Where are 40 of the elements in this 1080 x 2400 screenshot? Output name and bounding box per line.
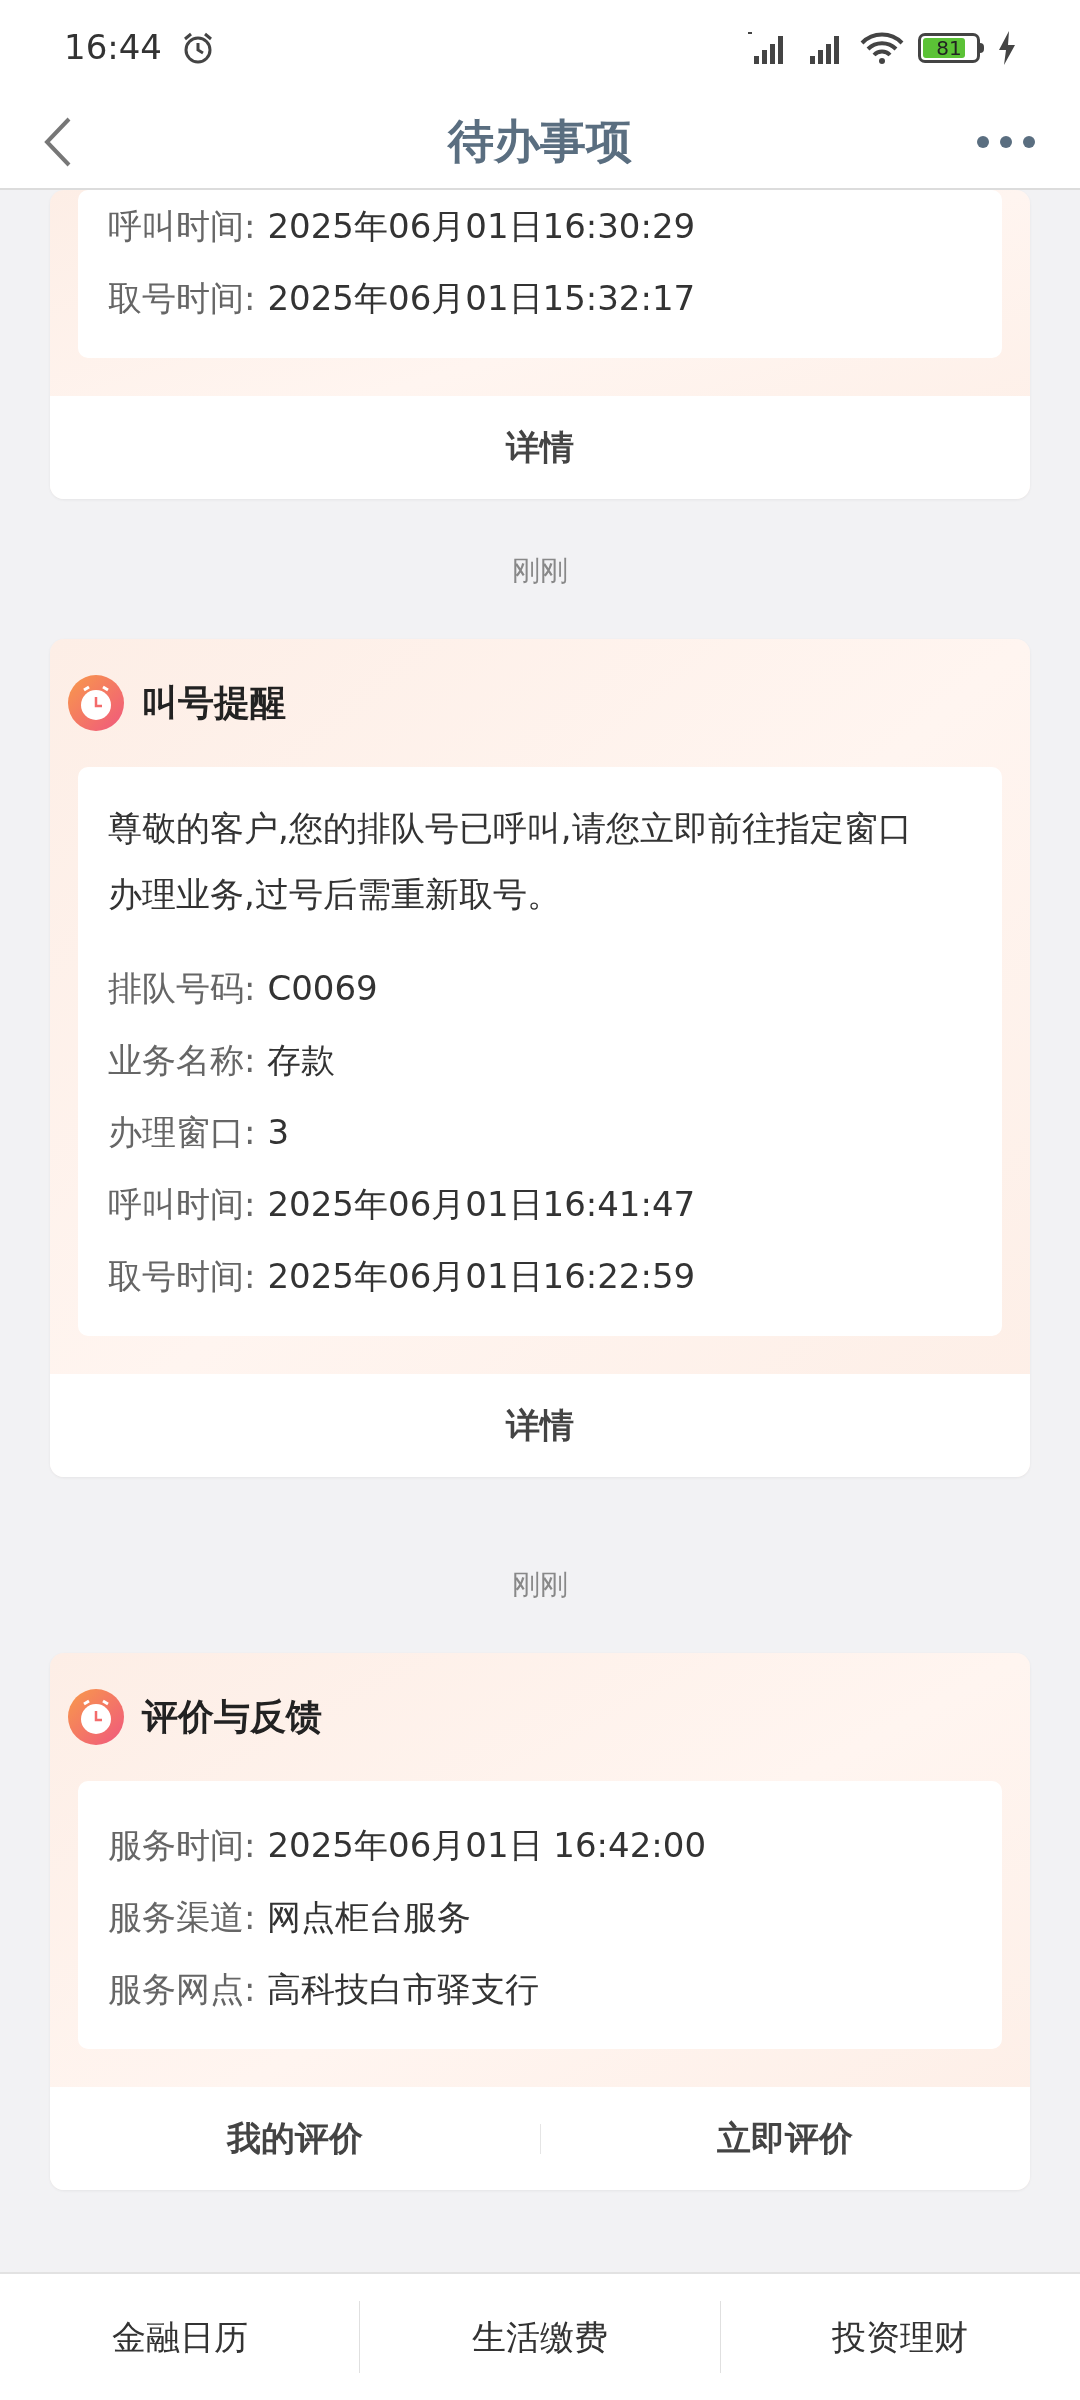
nav-tab[interactable]: 生活缴费: [360, 2274, 720, 2400]
field-label: 呼叫时间:: [108, 1183, 256, 1226]
back-icon[interactable]: [44, 116, 72, 167]
field-label: 呼叫时间:: [108, 205, 256, 248]
field-value: 2025年06月01日16:22:59: [267, 1255, 696, 1298]
alarm-clock-icon: [68, 1689, 124, 1745]
status-time: 16:44: [64, 26, 162, 69]
field-label: 服务时间:: [108, 1824, 256, 1867]
card-button[interactable]: 详情: [50, 1374, 1030, 1477]
field-value: 2025年06月01日16:41:47: [267, 1183, 696, 1226]
card-button[interactable]: 我的评价: [50, 2087, 540, 2190]
timestamp: 刚刚: [512, 553, 568, 589]
field-value: C0069: [267, 967, 378, 1010]
field-label: 办理窗口:: [108, 1111, 256, 1154]
field-label: 服务渠道:: [108, 1896, 256, 1939]
page-title: 待办事项: [448, 113, 632, 170]
alarm-clock-icon: [68, 675, 124, 731]
card-title: 评价与反馈: [142, 1695, 322, 1739]
field-label: 排队号码:: [108, 967, 256, 1010]
field-value: 网点柜台服务: [267, 1896, 472, 1939]
card-button[interactable]: 立即评价: [540, 2087, 1030, 2190]
card-title: 叫号提醒: [142, 681, 286, 725]
card-button[interactable]: 详情: [50, 396, 1030, 499]
field-value: 高科技白市驿支行: [267, 1968, 540, 2011]
field-value: 3: [267, 1111, 290, 1154]
charging-icon: [998, 30, 1016, 65]
field-value: 2025年06月01日 16:42:00: [267, 1824, 707, 1867]
message-text: 尊敬的客户,您的排队号已呼叫,请您立即前往指定窗口办理业务,过号后需重新取号。: [108, 807, 913, 916]
field-label: 业务名称:: [108, 1039, 256, 1082]
field-label: 服务网点:: [108, 1968, 256, 2011]
field-value: 存款: [267, 1039, 336, 1082]
nav-tab[interactable]: 投资理财: [720, 2274, 1080, 2400]
field-label: 取号时间:: [108, 277, 256, 320]
wifi-icon: [860, 30, 904, 65]
field-label: 取号时间:: [108, 1255, 256, 1298]
more-icon[interactable]: [976, 134, 1036, 149]
timestamp: 刚刚: [512, 1567, 568, 1603]
field-value: 2025年06月01日15:32:17: [267, 277, 696, 320]
nav-tab[interactable]: 金融日历: [0, 2274, 360, 2400]
field-value: 2025年06月01日16:30:29: [267, 205, 696, 248]
